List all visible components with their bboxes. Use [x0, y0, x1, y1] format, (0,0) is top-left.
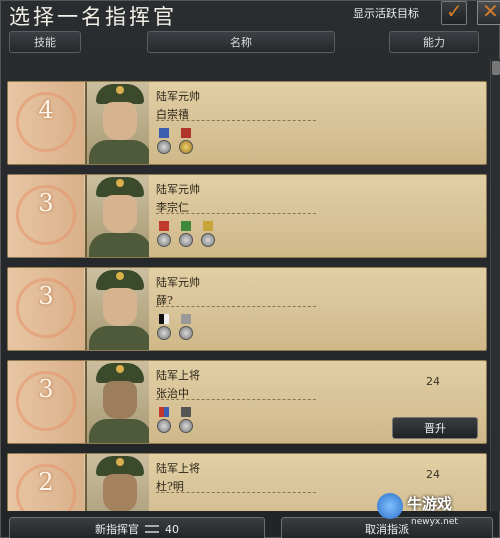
medal-icon	[156, 407, 172, 435]
commander-card[interactable]: 3 陆军上将 张治中 24 晋升	[7, 360, 487, 444]
medal-icon	[156, 128, 172, 156]
commander-card[interactable]: 3 陆军元帅 李宗仁	[7, 174, 487, 258]
commander-card[interactable]: 4 陆军元帅 白崇禧	[7, 81, 487, 165]
skill-level: 3	[38, 375, 54, 403]
skill-level: 2	[38, 468, 54, 496]
watermark-logo-icon	[377, 493, 403, 519]
skill-level: 3	[38, 189, 54, 217]
skill-emblem: 3	[8, 268, 84, 350]
window-title: 选择一名指挥官	[9, 5, 177, 29]
active-target-label: 显示活跃目标	[353, 7, 419, 20]
scrollbar-thumb[interactable]	[492, 61, 500, 75]
list-scrollbar[interactable]	[490, 59, 500, 511]
medal-icon	[178, 407, 194, 435]
column-header-ability[interactable]: 能力	[389, 31, 479, 53]
new-commander-cost: 40	[165, 522, 179, 536]
medal-icon	[156, 221, 172, 249]
site-watermark: 牛游戏 newyx.net	[377, 493, 500, 538]
new-commander-label: 新指挥官	[95, 523, 139, 536]
medal-icon	[156, 314, 172, 342]
medals	[156, 128, 194, 156]
watermark-url: newyx.net	[411, 517, 458, 527]
commander-select-window: 选择一名指挥官 显示活跃目标 ✓ ✕ 技能 名称 能力 4 陆军元帅 白崇禧 3…	[0, 0, 500, 538]
medal-icon	[178, 221, 194, 249]
column-header-name[interactable]: 名称	[147, 31, 335, 53]
commander-rank: 陆军元帅	[156, 90, 200, 103]
commander-portrait	[85, 361, 149, 443]
medals	[156, 407, 194, 435]
ability-value: 24	[426, 468, 440, 481]
medal-icon	[178, 314, 194, 342]
commander-portrait	[85, 268, 149, 350]
watermark-text: 牛游戏	[407, 495, 453, 513]
medal-icon	[200, 221, 216, 249]
active-target-checkbox[interactable]: ✓	[441, 0, 467, 25]
medals	[156, 314, 194, 342]
medal-icon	[178, 128, 194, 156]
skill-level: 4	[38, 96, 54, 124]
skill-emblem: 3	[8, 175, 84, 257]
commander-card[interactable]: 3 陆军元帅 薛?	[7, 267, 487, 351]
skill-emblem: 4	[8, 82, 84, 164]
commander-portrait	[85, 454, 149, 511]
commander-portrait	[85, 175, 149, 257]
skill-emblem: 3	[8, 361, 84, 443]
commander-rank: 陆军上将	[156, 369, 200, 382]
medals	[156, 221, 216, 249]
skill-emblem: 2	[8, 454, 84, 511]
ability-value: 24	[426, 375, 440, 388]
commander-list: 4 陆军元帅 白崇禧 3 陆军元帅 李宗仁 3 陆军元帅 薛? 3 陆军上将 张…	[1, 59, 491, 511]
promote-button[interactable]: 晋升	[392, 417, 478, 439]
command-power-icon	[145, 525, 159, 533]
new-commander-button[interactable]: 新指挥官 40	[9, 517, 265, 538]
skill-level: 3	[38, 282, 54, 310]
commander-portrait	[85, 82, 149, 164]
close-button[interactable]: ✕	[477, 0, 500, 25]
commander-rank: 陆军元帅	[156, 276, 200, 289]
commander-rank: 陆军上将	[156, 462, 200, 475]
close-icon: ✕	[482, 0, 499, 23]
commander-rank: 陆军元帅	[156, 183, 200, 196]
check-icon: ✓	[446, 0, 463, 23]
column-header-skill[interactable]: 技能	[9, 31, 81, 53]
